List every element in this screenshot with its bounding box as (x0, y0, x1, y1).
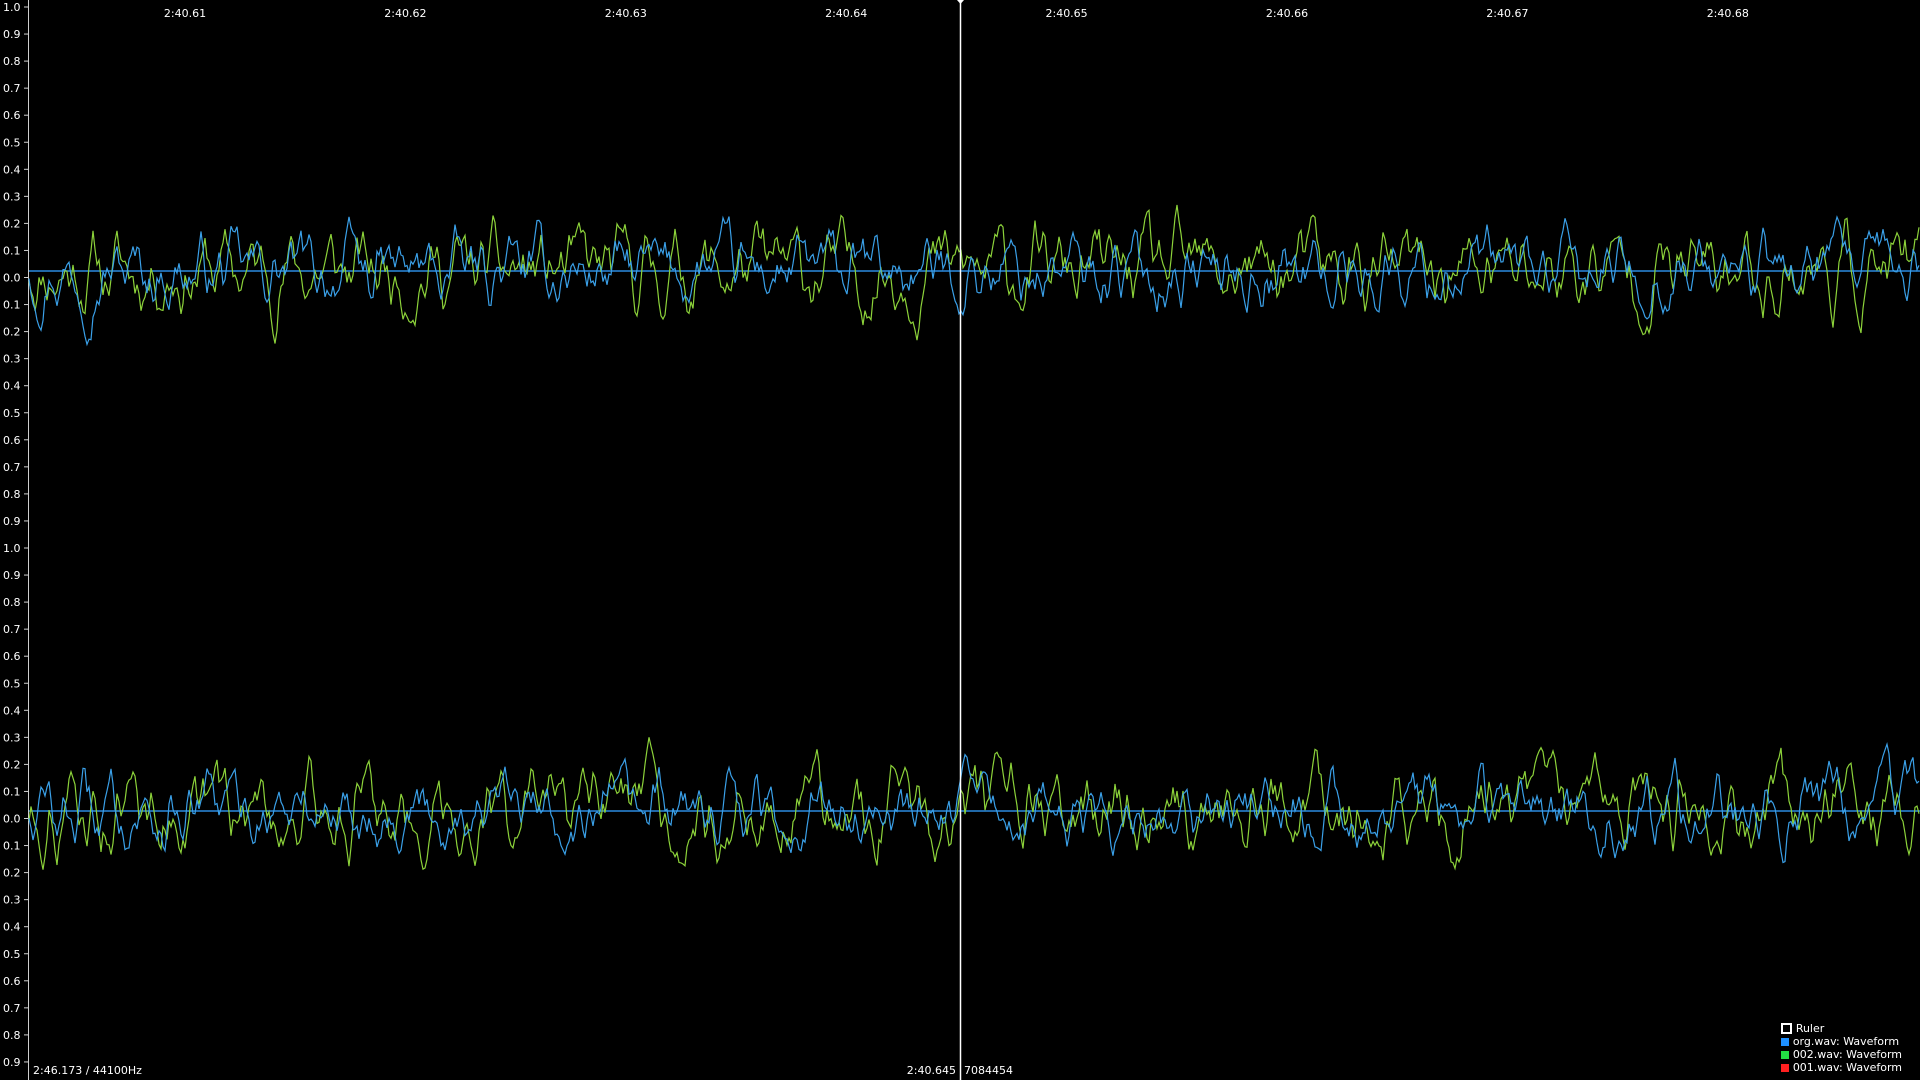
axis-label: 0.8 (3, 1029, 21, 1042)
axis-label: 1.0 (3, 1, 21, 14)
axis-label: 0.6 (3, 109, 21, 122)
legend-label: org.wav: Waveform (1792, 1035, 1900, 1048)
axis-label: 0.6 (3, 975, 21, 988)
axis-label: 1.0 (3, 542, 21, 555)
axis-label: 0.8 (3, 55, 21, 68)
legend-item[interactable]: 001.wav: Waveform (1780, 1061, 1902, 1074)
axis-label: 0.3 (3, 190, 21, 203)
legend-label: Ruler (1795, 1022, 1825, 1035)
axis-label: 0.0 (3, 272, 21, 285)
axis-label: 0.4 (3, 380, 21, 393)
axis-label: 0.8 (3, 596, 21, 609)
axis-label: 0.7 (3, 461, 21, 474)
amplitude-axis: 1.0 0.9 0.8 0.7 0.6 0.5 0.4 0.3 0.2 0.1 0.0 0.1 0.2 0… (3, 1, 29, 1069)
cursor-time: 2:40.645 (906, 1064, 956, 1077)
ruler-tick-label: 2:40.66 (1266, 7, 1308, 20)
axis-label: 0.2 (3, 758, 21, 771)
axis-label: 0.1 (3, 785, 21, 798)
ruler-tick-label: 2:40.62 (384, 7, 426, 20)
ruler-tick-label: 2:40.65 (1045, 7, 1087, 20)
axis-label: 0.5 (3, 948, 21, 961)
axis-label: 0.2 (3, 326, 21, 339)
axis-label: 0.9 (3, 1056, 21, 1069)
axis-label: 0.7 (3, 82, 21, 95)
ruler-tick-label: 2:40.64 (825, 7, 867, 20)
axis-label: 0.1 (3, 244, 21, 257)
waveform-org (28, 741, 1920, 864)
legend: Ruler org.wav: Waveform 002.wav: Waveform 0… (1780, 1022, 1902, 1074)
axis-label: 0.5 (3, 677, 21, 690)
axis-label: 0.7 (3, 623, 21, 636)
axis-label: 0.2 (3, 867, 21, 880)
time-ruler: 2:40.61 2:40.62 2:40.63 2:40.64 2:40.65 2:40.… (164, 7, 1749, 20)
color-swatch-icon (1780, 1063, 1789, 1072)
cursor-sample: 7084454 (964, 1064, 1013, 1077)
legend-item[interactable]: Ruler (1780, 1022, 1902, 1035)
cursor-marker-icon (957, 0, 964, 4)
legend-label: 002.wav: Waveform (1792, 1048, 1902, 1061)
axis-label: 0.3 (3, 353, 21, 366)
ruler-swatch-icon (1780, 1023, 1792, 1034)
axis-label: 0.1 (3, 840, 21, 853)
axis-label: 0.4 (3, 163, 21, 176)
axis-label: 0.9 (3, 569, 21, 582)
legend-label: 001.wav: Waveform (1792, 1061, 1902, 1074)
axis-label: 0.1 (3, 299, 21, 312)
axis-label: 0.5 (3, 136, 21, 149)
duration-samplerate: 2:46.173 / 44100Hz (33, 1064, 142, 1077)
legend-item[interactable]: org.wav: Waveform (1780, 1035, 1902, 1048)
axis-label: 0.6 (3, 434, 21, 447)
ruler-tick-label: 2:40.68 (1707, 7, 1749, 20)
axis-label: 0.7 (3, 1002, 21, 1015)
color-swatch-icon (1780, 1050, 1789, 1059)
axis-label: 0.0 (3, 813, 21, 826)
waveform-view[interactable]: 1.0 0.9 0.8 0.7 0.6 0.5 0.4 0.3 0.2 0.1 0.0 0.1 0.2 0… (0, 0, 1920, 1080)
ruler-tick-label: 2:40.63 (605, 7, 647, 20)
waveform-layer (28, 204, 1920, 871)
axis-label: 0.2 (3, 217, 21, 230)
axis-label: 0.3 (3, 731, 21, 744)
legend-item[interactable]: 002.wav: Waveform (1780, 1048, 1902, 1061)
ruler-tick-label: 2:40.61 (164, 7, 206, 20)
waveform-002 (28, 737, 1920, 871)
axis-label: 0.4 (3, 921, 21, 934)
axis-label: 0.4 (3, 704, 21, 717)
axis-label: 0.9 (3, 515, 21, 528)
axis-label: 0.3 (3, 894, 21, 907)
waveform-002 (28, 204, 1920, 344)
axis-label: 0.5 (3, 407, 21, 420)
axis-label: 0.6 (3, 650, 21, 663)
ruler-tick-label: 2:40.67 (1486, 7, 1528, 20)
axis-label: 0.9 (3, 28, 21, 41)
color-swatch-icon (1780, 1037, 1789, 1046)
axis-label: 0.8 (3, 488, 21, 501)
